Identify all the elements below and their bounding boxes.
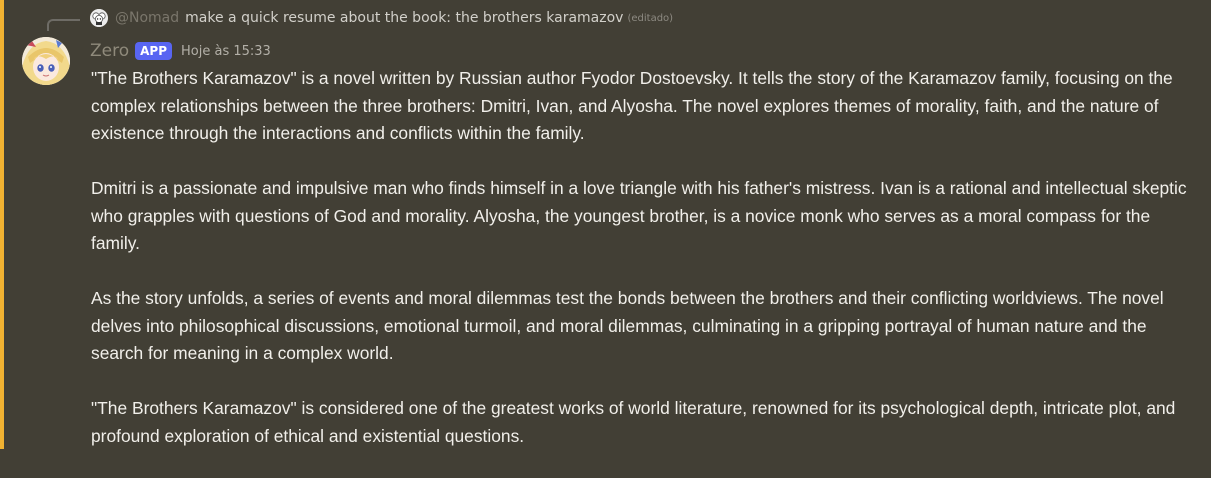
reply-reference[interactable]: @Nomad make a quick resume about the boo… [90, 7, 673, 29]
reply-author-mention[interactable]: @Nomad [115, 10, 179, 26]
message-paragraph: As the story unfolds, a series of events… [91, 288, 1164, 363]
reply-connector [47, 19, 80, 31]
reply-preview-text[interactable]: make a quick resume about the book: the … [185, 10, 623, 26]
message-paragraph: "The Brothers Karamazov" is considered o… [91, 398, 1176, 446]
mention-highlight-bar [0, 0, 4, 449]
author-name[interactable]: Zero [90, 41, 129, 61]
reply-avatar-icon[interactable] [90, 9, 108, 27]
message-paragraph: Dmitri is a passionate and impulsive man… [91, 178, 1187, 253]
message-header: Zero APP Hoje às 15:33 [90, 39, 271, 63]
message-paragraph: "The Brothers Karamazov" is a novel writ… [91, 68, 1173, 143]
message-timestamp[interactable]: Hoje às 15:33 [181, 44, 271, 59]
message-content: "The Brothers Karamazov" is a novel writ… [91, 65, 1191, 478]
app-badge: APP [135, 42, 173, 60]
chat-message: @Nomad make a quick resume about the boo… [0, 0, 1211, 449]
reply-edited-label: (editado) [627, 12, 674, 24]
author-avatar[interactable] [22, 37, 70, 85]
